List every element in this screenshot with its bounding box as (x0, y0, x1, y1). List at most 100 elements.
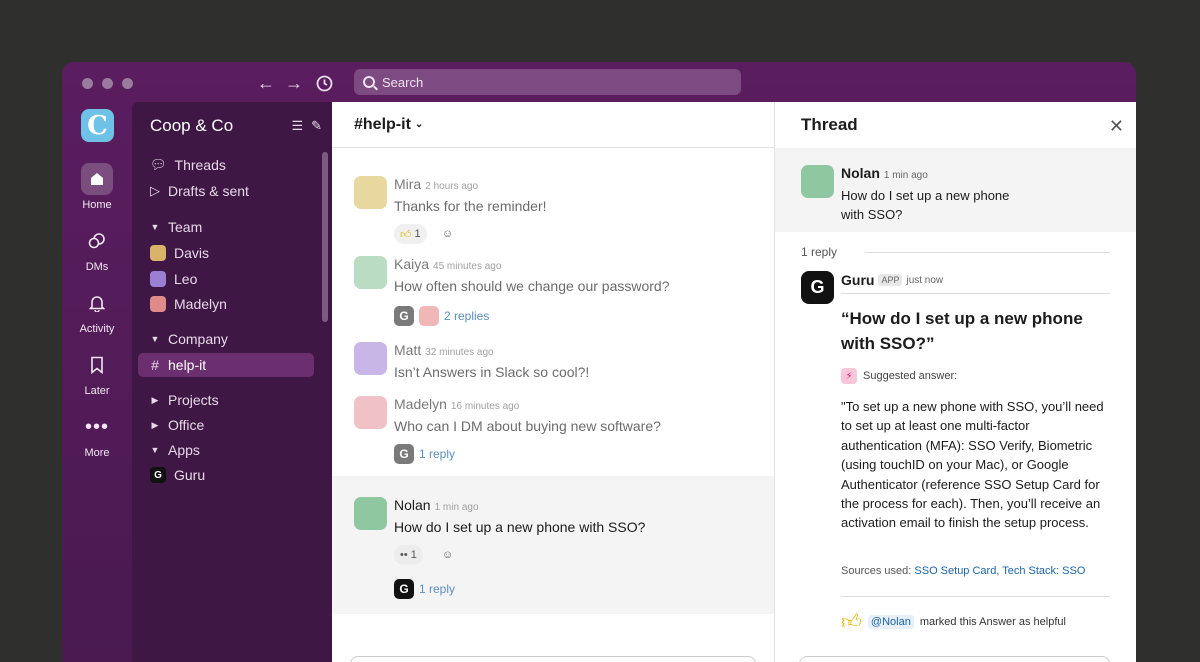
sidebar-scrollbar[interactable] (322, 152, 328, 322)
sidebar-item-label: Davis (174, 245, 210, 261)
guru-logo-icon: G (394, 444, 414, 464)
add-reaction-icon: ☺ (442, 228, 454, 240)
message-text: How do I set up a new phone with SSO? (841, 188, 1010, 222)
sidebar-item-guru[interactable]: G Guru (138, 463, 314, 487)
avatar (150, 245, 166, 261)
channel-pane: #help-it ⌄ Mira 2 hours ago Thanks for th… (332, 102, 774, 662)
replies-count: 1 reply (419, 447, 456, 461)
reaction-eyes[interactable]: •• 1 (394, 545, 423, 565)
reaction-count: 1 (410, 549, 417, 561)
avatar (354, 497, 387, 530)
add-reaction-button[interactable]: ☺ (436, 224, 459, 244)
message-author[interactable]: Nolan (394, 497, 431, 513)
section-office[interactable]: ▶ Office (138, 413, 314, 437)
thread-parent-message: Nolan 1 min ago How do I set up a new pho… (775, 148, 1136, 232)
section-company[interactable]: ▼ Company (138, 327, 314, 351)
sidebar-item-leo[interactable]: Leo (138, 267, 314, 291)
more-icon: ••• (84, 415, 109, 438)
bookmark-icon (81, 349, 113, 381)
message-author[interactable]: Madelyn (394, 396, 447, 412)
rail-dms-label: DMs (85, 261, 109, 273)
chevron-down-icon[interactable]: ⌄ (415, 119, 423, 130)
avatar (354, 256, 387, 289)
section-label: Office (168, 417, 205, 433)
message-text: Isn’t Answers in Slack so cool?! (394, 364, 590, 380)
message-author[interactable]: Kaiya (394, 256, 429, 272)
message-author[interactable]: Nolan (841, 165, 880, 181)
guru-logo-icon: G (801, 271, 834, 304)
workspace-name[interactable]: Coop & Co (150, 116, 233, 136)
sidebar-item-threads[interactable]: 💬︎ Threads (138, 153, 314, 177)
sidebar-item-label: Threads (174, 157, 226, 173)
app-window: ← → Search C Home DMs Activity Later •••… (62, 62, 1136, 662)
thread-composer[interactable] (799, 656, 1110, 662)
filter-icon[interactable]: ☰ (291, 118, 303, 134)
rail-home[interactable]: Home (62, 163, 132, 211)
workspace-logo[interactable]: C (81, 109, 114, 142)
rail-dms[interactable]: DMs (62, 225, 132, 273)
minimize-window-button[interactable] (102, 78, 113, 89)
message-time: 2 hours ago (425, 181, 479, 192)
maximize-window-button[interactable] (122, 78, 133, 89)
divider (865, 252, 1110, 253)
sidebar-item-label: Guru (174, 467, 206, 483)
section-apps[interactable]: ▼ Apps (138, 438, 314, 462)
thread-title: Thread (801, 115, 858, 134)
answer-text: "To set up a new phone with SSO, you’ll … (841, 399, 1104, 531)
reaction-count: 1 (414, 228, 421, 240)
threads-icon: 💬︎ (150, 157, 167, 172)
thread-replies-link[interactable]: G 2 replies (394, 306, 489, 326)
guru-logo-icon: G (394, 579, 414, 599)
sources-used: Sources used: SSO Setup Card, Tech Stack… (841, 565, 1085, 577)
sidebar-item-label: Drafts & sent (168, 183, 249, 199)
message-author[interactable]: Mira (394, 176, 421, 192)
window-controls (82, 78, 133, 89)
divider (841, 596, 1110, 597)
rail-later[interactable]: Later (62, 349, 132, 397)
thread-replies-link[interactable]: G 1 reply (394, 579, 455, 599)
rail-more[interactable]: ••• More (62, 411, 132, 460)
rail-home-label: Home (82, 199, 112, 211)
search-input[interactable]: Search (354, 69, 741, 95)
section-label: Company (168, 331, 228, 347)
message-text: How often should we change our password? (394, 278, 670, 294)
section-projects[interactable]: ▶ Projects (138, 388, 314, 412)
dms-icon (81, 225, 113, 257)
avatar (354, 176, 387, 209)
sidebar-item-madelyn[interactable]: Madelyn (138, 292, 314, 316)
caret-right-icon: ▶ (151, 419, 159, 430)
message-author[interactable]: Matt (394, 342, 421, 358)
guru-logo-icon: G (394, 306, 414, 326)
close-icon[interactable]: ✕ (1109, 116, 1124, 137)
source-link-tech-stack[interactable]: Tech Stack: SSO (1002, 565, 1085, 577)
sidebar-item-davis[interactable]: Davis (138, 241, 314, 265)
thread-replies-link[interactable]: G 1 reply (394, 444, 455, 464)
close-window-button[interactable] (82, 78, 93, 89)
thread-pane: Thread ✕ Nolan 1 min ago How do I set up … (774, 102, 1136, 662)
sidebar-item-drafts[interactable]: ▷ Drafts & sent (138, 179, 314, 203)
back-arrow-icon[interactable]: ← (255, 72, 277, 94)
reaction-thumbs-up[interactable]: 👍︎ 1 (394, 224, 427, 244)
message-text: Thanks for the reminder! (394, 198, 547, 214)
replies-count: 2 replies (444, 309, 490, 323)
history-clock-icon[interactable] (313, 72, 335, 94)
channel-sidebar: Coop & Co ☰ ✎ 💬︎ Threads ▷ Drafts & sent… (132, 102, 332, 662)
source-link-sso-setup-card[interactable]: SSO Setup Card (914, 565, 996, 577)
message-text: Who can I DM about buying new software? (394, 418, 661, 434)
replies-count: 1 reply (419, 582, 456, 596)
reply-author[interactable]: Guru (841, 272, 874, 288)
compose-icon[interactable]: ✎ (311, 118, 322, 134)
rail-activity[interactable]: Activity (62, 287, 132, 335)
section-team[interactable]: ▼ Team (138, 215, 314, 239)
channel-title[interactable]: #help-it (354, 116, 411, 134)
message-composer[interactable] (350, 656, 756, 662)
add-reaction-button[interactable]: ☺ (436, 545, 459, 565)
reply-count: 1 reply (801, 245, 838, 259)
forward-arrow-icon[interactable]: → (283, 72, 305, 94)
caret-down-icon: ▼ (150, 222, 160, 232)
home-icon (81, 163, 113, 195)
title-bar: ← → Search (62, 62, 1136, 102)
sidebar-item-help-it[interactable]: # help-it (138, 353, 314, 377)
user-mention[interactable]: @Nolan (867, 615, 914, 629)
sources-label: Sources used: (841, 565, 912, 577)
